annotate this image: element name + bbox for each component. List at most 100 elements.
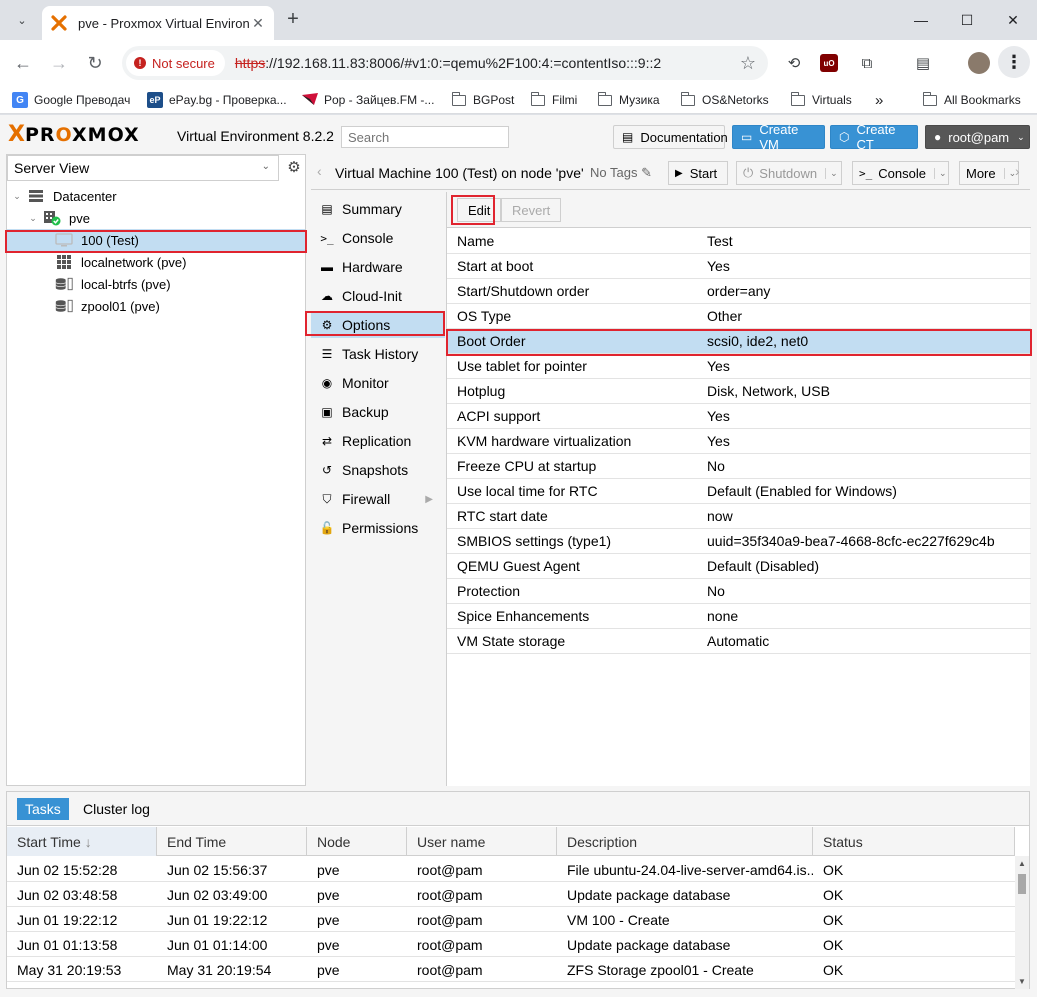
menu-item-options[interactable]: ⚙ Options (311, 312, 445, 338)
menu-item-cloud-init[interactable]: ☁ Cloud-Init (311, 283, 445, 309)
collapse-arrow-icon[interactable]: ⌄ (27, 213, 39, 224)
forward-icon[interactable]: → (45, 49, 73, 77)
console-button[interactable]: >_ Console ⌄ (852, 161, 949, 185)
extensions-puzzle-icon[interactable]: ⧉ (856, 52, 878, 74)
tab-tasks[interactable]: Tasks (17, 798, 69, 820)
column-user-name[interactable]: User name (407, 827, 557, 856)
menu-item-permissions[interactable]: 🔓 Permissions (311, 515, 445, 541)
more-bookmarks-chevron-icon[interactable]: » (875, 90, 883, 110)
column-start-time[interactable]: Start Time ↓ (7, 827, 157, 856)
bookmark-folder[interactable]: Virtuals (790, 90, 852, 110)
search-input[interactable] (341, 126, 509, 148)
option-row[interactable]: RTC start date now (447, 504, 1031, 529)
browser-menu-icon[interactable]: ⋮ (998, 46, 1030, 78)
menu-item-task-history[interactable]: ☰ Task History (311, 341, 445, 367)
menu-item-summary[interactable]: ▤ Summary (311, 196, 445, 222)
all-bookmarks-folder[interactable]: All Bookmarks (922, 90, 1021, 110)
tree-node-local-btrfs[interactable]: local-btrfs (pve) (7, 273, 305, 295)
bookmark-folder[interactable]: OS&Netorks (680, 90, 769, 110)
more-button[interactable]: More ⌄ (959, 161, 1019, 185)
minimize-window-icon[interactable]: — (898, 0, 944, 40)
scroll-down-icon[interactable]: ▼ (1018, 977, 1026, 986)
option-row[interactable]: Spice Enhancements none (447, 604, 1031, 629)
scroll-right-chevron-icon[interactable]: › (1015, 163, 1020, 179)
bookmark-star-icon[interactable]: ☆ (740, 53, 756, 74)
option-row[interactable]: Name Test (447, 229, 1031, 254)
ublock-origin-icon[interactable]: uO (820, 54, 838, 72)
create-ct-button[interactable]: ⬡ Create CT (830, 122, 918, 152)
tree-node-localnetwork[interactable]: localnetwork (pve) (7, 251, 305, 273)
option-row[interactable]: Boot Order scsi0, ide2, net0 (447, 329, 1031, 354)
tags-field[interactable]: No Tags ✎ (590, 165, 652, 181)
menu-item-backup[interactable]: ▣ Backup (311, 399, 445, 425)
new-tab-icon[interactable]: + (282, 8, 304, 30)
column-node[interactable]: Node (307, 827, 407, 856)
extension-sync-icon[interactable]: ⟲ (783, 52, 805, 74)
documentation-button[interactable]: ▤ Documentation (613, 125, 728, 149)
option-row[interactable]: Freeze CPU at startup No (447, 454, 1031, 479)
option-row[interactable]: KVM hardware virtualization Yes (447, 429, 1031, 454)
menu-item-hardware[interactable]: ▬ Hardware (311, 254, 445, 280)
option-row[interactable]: VM State storage Automatic (447, 629, 1031, 654)
column-description[interactable]: Description (557, 827, 813, 856)
bookmark-item[interactable]: Pop - Зайцев.FM -... (302, 90, 434, 110)
option-row[interactable]: QEMU Guest Agent Default (Disabled) (447, 554, 1031, 579)
security-chip[interactable]: ! Not secure (126, 50, 225, 76)
pencil-icon[interactable]: ✎ (641, 165, 652, 180)
tree-settings-gear-icon[interactable]: ⚙ (285, 158, 303, 176)
table-row[interactable]: Jun 02 03:48:58 Jun 02 03:49:00 pve root@pa… (7, 882, 1015, 907)
revert-button[interactable]: Revert (501, 198, 562, 222)
address-bar[interactable]: ! Not secure https://192.168.11.83:8006/… (122, 46, 768, 80)
chevron-down-icon[interactable]: ⌄ (933, 167, 947, 179)
table-row[interactable]: Jun 02 15:52:28 Jun 02 15:56:37 pve root@pa… (7, 857, 1015, 882)
option-row[interactable]: Start at boot Yes (447, 254, 1031, 279)
close-window-icon[interactable]: ✕ (990, 0, 1036, 40)
bookmark-item[interactable]: G Google Преводач (12, 90, 130, 110)
reading-list-icon[interactable]: ▤ (912, 52, 934, 74)
tree-node-pve[interactable]: ⌄ pve (7, 207, 305, 229)
table-row[interactable]: May 31 20:19:53 May 31 20:19:54 pve root@pa… (7, 957, 1015, 982)
option-row[interactable]: ACPI support Yes (447, 404, 1031, 429)
start-button[interactable]: ▶ Start (668, 161, 728, 185)
back-icon[interactable]: ← (9, 49, 37, 77)
reload-icon[interactable]: ↻ (81, 49, 109, 77)
profile-avatar-icon[interactable] (968, 52, 990, 74)
option-row[interactable]: Hotplug Disk, Network, USB (447, 379, 1031, 404)
column-status[interactable]: Status (813, 827, 1015, 856)
url-text[interactable]: https://192.168.11.83:8006/#v1:0:=qemu%2… (235, 55, 661, 71)
option-row[interactable]: OS Type Other (447, 304, 1031, 329)
option-row[interactable]: Start/Shutdown order order=any (447, 279, 1031, 304)
edit-button[interactable]: Edit (457, 198, 502, 222)
tab-search-chevron-icon[interactable]: ⌄ (8, 6, 36, 34)
bookmark-folder[interactable]: Музика (597, 90, 660, 110)
scroll-up-icon[interactable]: ▲ (1018, 859, 1026, 868)
menu-item-monitor[interactable]: ◉ Monitor (311, 370, 445, 396)
bookmark-item[interactable]: eP ePay.bg - Проверка... (147, 90, 287, 110)
menu-item-snapshots[interactable]: ↺ Snapshots (311, 457, 445, 483)
option-row[interactable]: Protection No (447, 579, 1031, 604)
collapse-arrow-icon[interactable]: ⌄ (11, 191, 23, 202)
bookmark-folder[interactable]: BGPost (451, 90, 514, 110)
tree-node-vm-100[interactable]: 100 (Test) (7, 229, 305, 251)
option-row[interactable]: Use tablet for pointer Yes (447, 354, 1031, 379)
table-row[interactable]: Jun 01 01:13:58 Jun 01 01:14:00 pve root@pa… (7, 932, 1015, 957)
maximize-window-icon[interactable]: ☐ (944, 0, 990, 40)
menu-item-firewall[interactable]: ⛉ Firewall ▶ (311, 486, 445, 512)
column-end-time[interactable]: End Time (157, 827, 307, 856)
tab-cluster-log[interactable]: Cluster log (75, 798, 158, 820)
create-vm-button[interactable]: ▭ Create VM (732, 122, 825, 152)
scroll-thumb[interactable] (1018, 874, 1026, 894)
tree-node-datacenter[interactable]: ⌄ Datacenter (7, 185, 305, 207)
option-row[interactable]: SMBIOS settings (type1) uuid=35f340a9-bea… (447, 529, 1031, 554)
tree-node-zpool01[interactable]: zpool01 (pve) (7, 295, 305, 317)
option-row[interactable]: Use local time for RTC Default (Enabled f… (447, 479, 1031, 504)
bookmark-folder[interactable]: Filmi (530, 90, 577, 110)
task-scrollbar[interactable]: ▲ ▼ (1015, 856, 1029, 989)
scroll-left-chevron-icon[interactable]: ‹ (317, 163, 322, 179)
menu-item-console[interactable]: >_ Console (311, 225, 445, 251)
menu-item-replication[interactable]: ⇄ Replication (311, 428, 445, 454)
browser-tab-active[interactable]: pve - Proxmox Virtual Environme ✕ (42, 6, 274, 40)
user-menu-button[interactable]: ● root@pam ⌄ (925, 125, 1030, 149)
close-tab-icon[interactable]: ✕ (250, 15, 266, 31)
shutdown-button[interactable]: ⏻ Shutdown ⌄ (736, 161, 842, 185)
